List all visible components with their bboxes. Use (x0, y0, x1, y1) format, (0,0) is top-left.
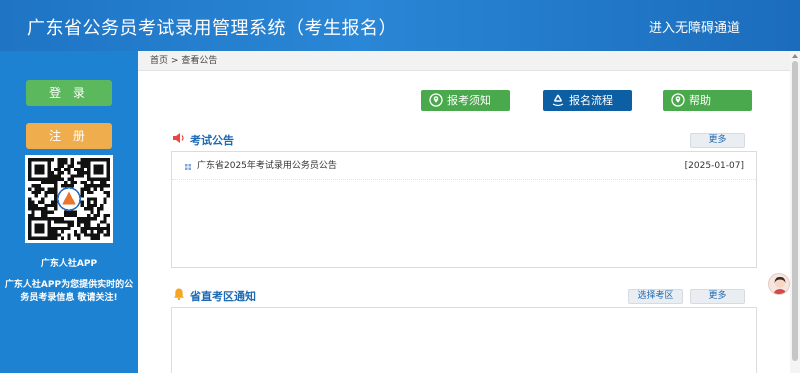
notice-date: [2025-01-07] (684, 161, 744, 171)
exam-notices-more-button[interactable]: 更多 (690, 133, 745, 148)
select-district-button[interactable]: 选择考区 (628, 289, 683, 304)
exam-notices-panel: 广东省2025年考试录用公务员公告 [2025-01-07] (171, 151, 757, 268)
breadcrumb-home[interactable]: 首页 (150, 56, 168, 66)
registration-process-label: 报名流程 (569, 94, 613, 107)
assistant-avatar-icon (773, 276, 787, 294)
breadcrumb: 首页 > 查看公告 (138, 51, 790, 71)
list-item[interactable]: 广东省2025年考试录用公务员公告 [2025-01-07] (172, 152, 756, 180)
app-name: 广东人社APP (40, 259, 98, 269)
qr-code-image (28, 158, 110, 240)
register-button[interactable]: 注 册 (26, 123, 112, 149)
top-header: 广东省公务员考试录用管理系统（考生报名） 进入无障碍通道 (0, 0, 800, 51)
accessibility-link[interactable]: 进入无障碍通道 (649, 17, 740, 36)
location-pin-icon (671, 93, 685, 107)
help-button[interactable]: 帮助 (663, 90, 752, 111)
page-scrollbar[interactable] (790, 51, 800, 373)
exam-notices-title: 考试公告 (190, 134, 234, 147)
assistant-avatar[interactable] (768, 273, 790, 295)
exam-instructions-button[interactable]: 报考须知 (421, 90, 510, 111)
breadcrumb-current: 查看公告 (181, 56, 218, 66)
district-notices-title: 省直考区通知 (190, 290, 256, 303)
recycle-icon (552, 94, 564, 107)
system-title: 广东省公务员考试录用管理系统（考生报名） (27, 18, 397, 39)
grid-bullet-icon (185, 164, 191, 170)
district-notices-more-button[interactable]: 更多 (690, 289, 745, 304)
speaker-icon (173, 133, 184, 143)
bell-icon (174, 288, 184, 301)
app-description: 广东人社APP为您提供实时的公务员考录信息 敬请关注! (4, 280, 134, 303)
breadcrumb-separator: > (170, 56, 179, 66)
sidebar: 登 录 注 册 广东人社APP 广东人社APP为您提供实时的公务员考录信息 敬请… (0, 51, 138, 373)
district-notices-panel (171, 307, 757, 373)
registration-process-button[interactable]: 报名流程 (543, 90, 632, 111)
location-pin-icon (429, 93, 443, 107)
help-label: 帮助 (689, 94, 711, 107)
scroll-up-arrow-icon[interactable] (792, 54, 798, 58)
notice-title-link[interactable]: 广东省2025年考试录用公务员公告 (197, 152, 337, 180)
app-qr-code (25, 155, 113, 243)
login-button[interactable]: 登 录 (26, 80, 112, 106)
exam-instructions-label: 报考须知 (447, 94, 491, 107)
scroll-thumb[interactable] (792, 61, 798, 361)
